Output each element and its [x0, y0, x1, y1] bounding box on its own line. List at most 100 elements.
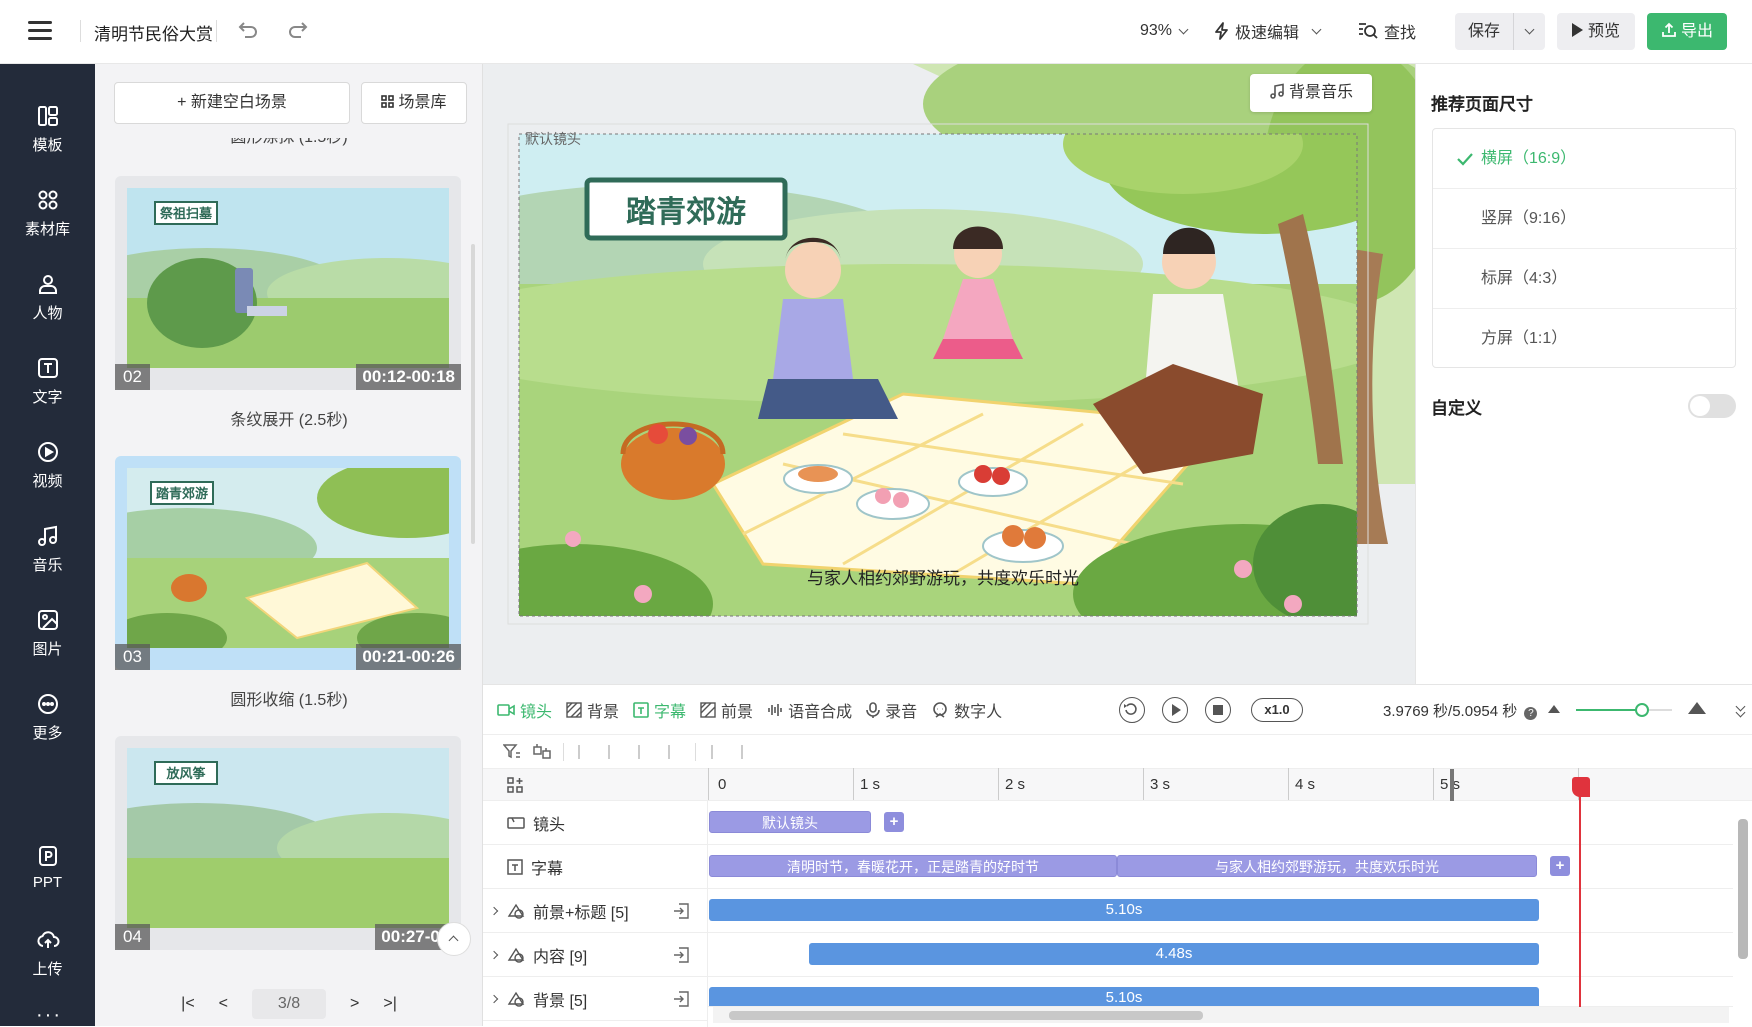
nav-person[interactable]: 人物	[0, 272, 95, 323]
time-ruler[interactable]: 0 1 s 2 s 3 s 4 s 5 s	[708, 768, 1752, 801]
last-page-icon[interactable]: >|	[383, 995, 397, 1013]
project-title[interactable]: 清明节民俗大赏	[94, 20, 213, 45]
hamburger-menu-icon[interactable]	[28, 21, 52, 41]
align-right-icon[interactable]	[638, 745, 654, 759]
zoom-slider-knob[interactable]	[1635, 703, 1649, 717]
clip-subtitle[interactable]: 清明时节，春暖花开，正是踏青的好时节	[709, 855, 1117, 877]
tool-subtitle[interactable]: 字幕	[633, 698, 686, 722]
playhead[interactable]	[1579, 777, 1581, 1009]
group-icon[interactable]	[533, 743, 551, 761]
clip-foreground-title[interactable]: 5.10s	[709, 899, 1539, 921]
prev-page-icon[interactable]: <	[219, 995, 228, 1013]
nav-upload[interactable]: 上传	[0, 928, 95, 979]
nav-music[interactable]: 音乐	[0, 524, 95, 575]
tool-tts[interactable]: 语音合成	[767, 698, 852, 722]
save-button[interactable]: 保存	[1455, 13, 1513, 50]
stack-up-icon[interactable]	[711, 745, 727, 759]
thumb-title: 祭祖扫墓	[159, 206, 213, 221]
tool-background[interactable]: 背景	[566, 698, 619, 722]
page-indicator[interactable]: 3/8	[252, 989, 326, 1019]
custom-size-toggle[interactable]	[1688, 394, 1736, 418]
help-icon[interactable]: ?	[1524, 707, 1538, 720]
import-icon[interactable]	[673, 991, 689, 1007]
rewind-button[interactable]	[1119, 697, 1145, 723]
track-foreground-title[interactable]: 前景+标题 [5]	[483, 889, 708, 933]
playhead-handle[interactable]	[1572, 777, 1590, 797]
add-camera-button[interactable]: +	[884, 812, 904, 832]
nav-ppt[interactable]: PPT	[0, 844, 95, 891]
add-subtitle-button[interactable]: +	[1550, 856, 1570, 876]
clip-default-camera[interactable]: 默认镜头	[709, 811, 871, 833]
import-icon[interactable]	[673, 903, 689, 919]
export-label: 导出	[1680, 23, 1713, 40]
play-button[interactable]	[1162, 697, 1188, 723]
nav-text[interactable]: 文字	[0, 356, 95, 407]
nav-assets[interactable]: 素材库	[0, 188, 95, 239]
timeline-horizontal-scrollbar[interactable]	[713, 1007, 1729, 1023]
nav-more[interactable]: 更多	[0, 692, 95, 743]
size-option-label: 横屏（16:9）	[1481, 150, 1577, 167]
track-content[interactable]: 内容 [9]	[483, 933, 708, 977]
more-dots-icon[interactable]: ···	[36, 1004, 62, 1027]
tool-record[interactable]: 录音	[866, 698, 917, 722]
end-marker[interactable]	[1450, 769, 1454, 801]
undo-icon[interactable]	[235, 18, 261, 44]
nav-image[interactable]: 图片	[0, 608, 95, 659]
export-button[interactable]: 导出	[1647, 13, 1727, 50]
redo-icon[interactable]	[285, 18, 311, 44]
quick-edit-dropdown[interactable]: 极速编辑	[1214, 12, 1322, 50]
scroll-to-top-button[interactable]	[437, 922, 471, 956]
transition-label[interactable]: 圆形收缩 (1.5秒)	[95, 686, 482, 710]
clip-background[interactable]: 5.10s	[709, 987, 1539, 1006]
scene-card[interactable]: 放风筝 04 00:27-00:	[115, 736, 461, 950]
nav-template[interactable]: 模板	[0, 104, 95, 155]
tool-camera[interactable]: 镜头	[497, 698, 552, 722]
timeline-vertical-scrollbar[interactable]	[1736, 805, 1750, 1005]
size-option-square[interactable]: 方屏（1:1）	[1433, 309, 1737, 369]
timeline-zoom-slider[interactable]	[1576, 703, 1672, 717]
new-blank-scene-button[interactable]: + 新建空白场景	[114, 82, 350, 124]
clip-content[interactable]: 4.48s	[809, 943, 1539, 965]
size-option-landscape[interactable]: 横屏（16:9）	[1433, 129, 1737, 189]
playback-speed[interactable]: x1.0	[1251, 698, 1303, 722]
transition-label[interactable]: 条纹展开 (2.5秒)	[95, 406, 482, 430]
nav-label: 素材库	[24, 221, 70, 238]
next-page-icon[interactable]: >	[350, 995, 359, 1013]
expand-chevron-icon[interactable]	[489, 906, 499, 915]
zoom-dropdown[interactable]: 93%	[1140, 12, 1189, 50]
zoom-out-icon[interactable]	[1548, 705, 1560, 713]
find-button[interactable]: 查找	[1358, 12, 1416, 50]
expand-chevron-icon[interactable]	[489, 994, 499, 1003]
background-music-button[interactable]: 背景音乐	[1250, 74, 1372, 112]
preview-button[interactable]: 预览	[1557, 13, 1635, 50]
tool-digital-human[interactable]: 数字人	[931, 698, 1002, 722]
add-track-icon[interactable]	[507, 777, 523, 793]
stack-down-icon[interactable]	[741, 745, 757, 759]
stop-button[interactable]	[1205, 697, 1231, 723]
scene-subtitle-text[interactable]: 与家人相约郊野游玩，共度欢乐时光	[807, 569, 1079, 588]
size-option-standard[interactable]: 标屏（4:3）	[1433, 249, 1737, 309]
filter-icon[interactable]	[503, 743, 521, 761]
import-icon[interactable]	[673, 947, 689, 963]
zoom-in-icon[interactable]	[1688, 702, 1706, 714]
text-icon	[37, 358, 58, 378]
distribute-icon[interactable]	[668, 745, 684, 759]
save-options-dropdown[interactable]	[1513, 13, 1545, 50]
track-camera[interactable]: 镜头	[483, 801, 708, 845]
track-background[interactable]: 背景 [5]	[483, 977, 708, 1021]
scene-title-text[interactable]: 踏青郊游	[626, 196, 746, 229]
size-option-portrait[interactable]: 竖屏（9:16）	[1433, 189, 1737, 249]
clip-subtitle[interactable]: 与家人相约郊野游玩，共度欢乐时光	[1117, 855, 1537, 877]
scene-library-button[interactable]: 场景库	[361, 82, 467, 124]
scene-card[interactable]: 祭祖扫墓 02 00:12-00:18	[115, 176, 461, 390]
track-subtitle[interactable]: 字幕	[483, 845, 708, 889]
expand-chevron-icon[interactable]	[489, 950, 499, 959]
align-center-icon[interactable]	[608, 745, 624, 759]
scene-card-active[interactable]: 踏青郊游 03 00:21-00:26	[115, 456, 461, 670]
canvas-scene-illustration[interactable]: 踏青郊游 与家人相约郊野游玩，共度欢乐时光 默认镜头	[483, 64, 1415, 684]
tool-foreground[interactable]: 前景	[700, 698, 753, 722]
first-page-icon[interactable]: |<	[181, 995, 195, 1013]
align-left-icon[interactable]	[578, 745, 594, 759]
scenes-scrollbar[interactable]	[471, 244, 475, 544]
nav-video[interactable]: 视频	[0, 440, 95, 491]
